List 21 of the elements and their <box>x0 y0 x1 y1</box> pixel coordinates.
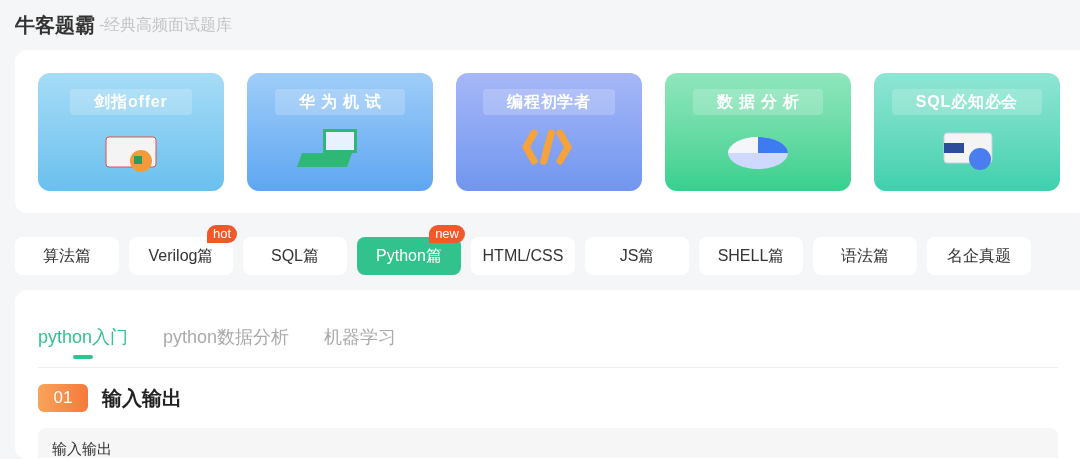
banner-title: 剑指offer <box>70 88 192 115</box>
banner-title: SQL必知必会 <box>891 88 1043 115</box>
category-tab[interactable]: SHELL篇 <box>699 237 803 275</box>
banner-title: 编程初学者 <box>483 88 615 115</box>
category-tab[interactable]: 算法篇 <box>15 237 119 275</box>
tab-badge: hot <box>206 225 237 243</box>
category-tab[interactable]: JS篇 <box>585 237 689 275</box>
category-tab[interactable]: HTML/CSS <box>471 237 575 275</box>
active-underline <box>73 355 93 359</box>
banner-title: 华 为 机 试 <box>274 88 406 115</box>
item-label: 输入输出 <box>52 440 112 458</box>
list-item[interactable]: 输入输出 <box>38 428 1058 458</box>
tab-badge: new <box>429 225 465 243</box>
category-tab[interactable]: 语法篇 <box>813 237 917 275</box>
category-tab[interactable]: 名企真题 <box>927 237 1031 275</box>
section-number-badge: 01 <box>38 384 88 412</box>
banner-title: 数 据 分 析 <box>692 88 824 115</box>
category-tab[interactable]: Verilog篇 <box>129 237 233 275</box>
category-tab[interactable]: SQL篇 <box>243 237 347 275</box>
section-title: 输入输出 <box>102 386 182 411</box>
page-title: 牛客题霸 <box>15 13 95 38</box>
